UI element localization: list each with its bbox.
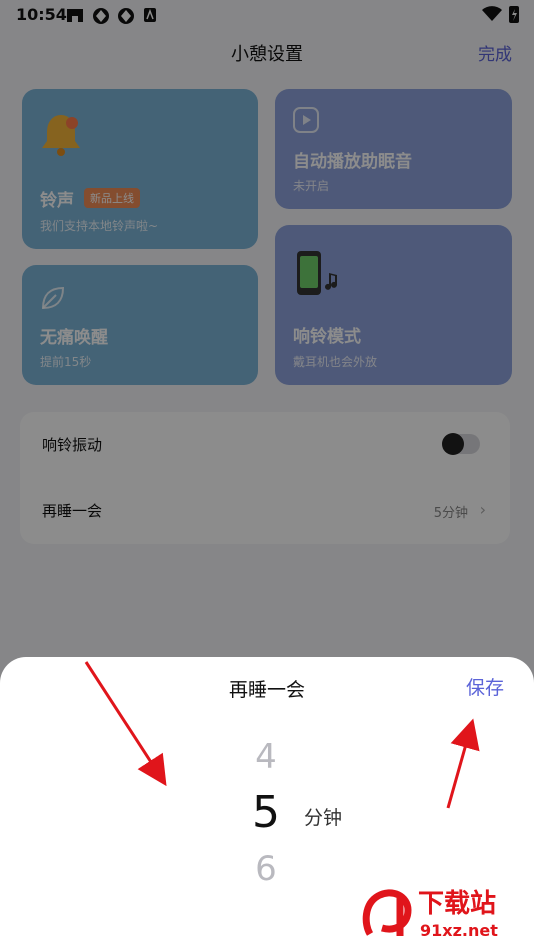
annotation-arrows — [84, 661, 480, 809]
watermark: 下载站 91xz.net — [360, 884, 530, 946]
watermark-logo: 下载站 91xz.net — [362, 889, 498, 940]
watermark-brand: 下载站 — [418, 889, 496, 919]
arrow-annotation — [446, 718, 480, 809]
watermark-site: 91xz.net — [420, 921, 498, 940]
arrow-annotation — [84, 661, 167, 787]
